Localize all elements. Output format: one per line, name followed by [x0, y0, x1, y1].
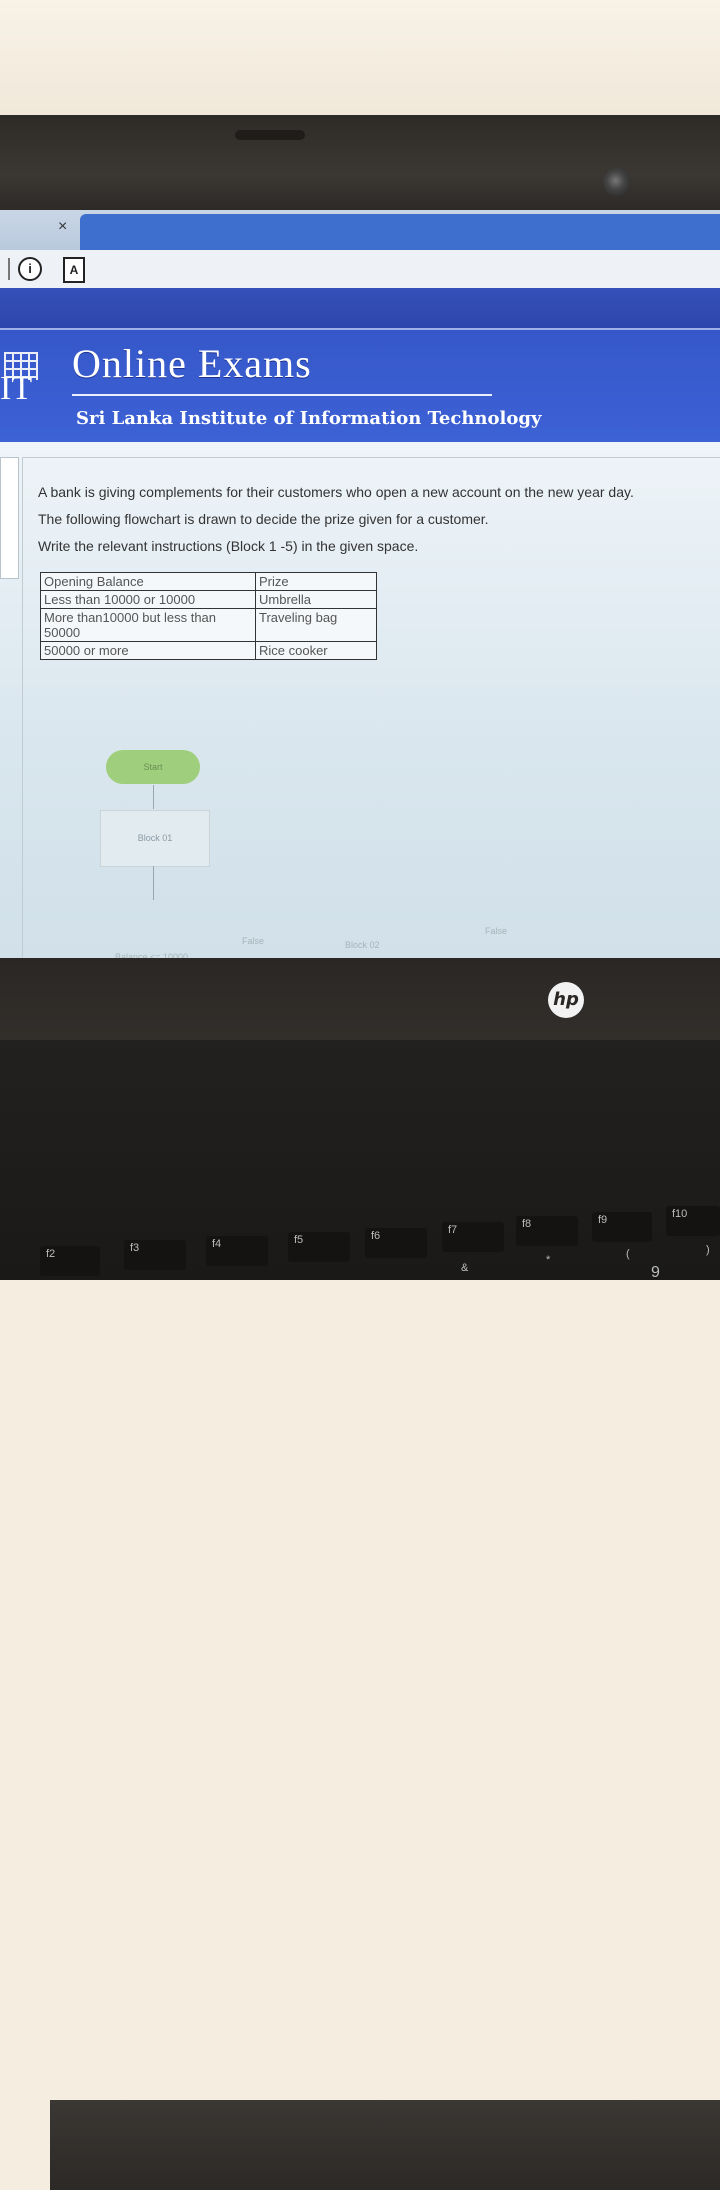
key-f8: f8	[516, 1216, 578, 1246]
flowchart-false-label: False	[485, 926, 508, 936]
table-row: Less than 10000 or 10000 Umbrella	[40, 590, 377, 609]
key-close-paren: )	[706, 1244, 710, 1256]
table-header-cell: Prize	[255, 572, 377, 591]
table-cell: 50000 or more	[40, 641, 256, 660]
key-f3: f3	[124, 1240, 186, 1270]
info-icon[interactable]: i	[18, 257, 42, 281]
close-tab-icon[interactable]: ×	[58, 218, 67, 236]
laptop-hinge	[50, 2100, 720, 2190]
banner-subtitle: Sri Lanka Institute of Information Techn…	[76, 408, 542, 429]
flowchart-false-label: False	[242, 936, 265, 946]
table-cell: Less than 10000 or 10000	[40, 590, 256, 609]
banner-title: Online Exams	[72, 341, 312, 386]
bezel-slot	[235, 130, 305, 140]
prize-table: Opening Balance Prize Less than 10000 or…	[40, 572, 377, 660]
banner-divider	[72, 394, 492, 396]
key-ampersand: &	[461, 1262, 469, 1274]
key-asterisk: *	[546, 1254, 551, 1266]
key-9: 9	[651, 1264, 660, 1281]
question-text-line-1: A bank is giving complements for their c…	[38, 484, 634, 500]
sliit-logo: IT	[0, 348, 40, 418]
table-header-row: Opening Balance Prize	[40, 572, 377, 591]
key-f7: f7	[442, 1222, 504, 1252]
table-cell: Umbrella	[255, 590, 377, 609]
browser-toolbar: i A	[0, 250, 720, 288]
flowchart-arrow	[153, 866, 154, 900]
question-text-line-2: The following flowchart is drawn to deci…	[38, 511, 489, 527]
table-cell: Traveling bag	[255, 608, 377, 642]
browser-tab-bar: ×	[0, 210, 720, 250]
flowchart-arrow	[153, 785, 154, 809]
key-f10: f10	[666, 1206, 720, 1236]
webcam-icon	[603, 168, 631, 196]
site-nav-strip	[0, 288, 720, 328]
key-f9: f9	[592, 1212, 652, 1242]
table-header-cell: Opening Balance	[40, 572, 256, 591]
flowchart-block-1: Block 01	[100, 810, 210, 867]
key-f4: f4	[206, 1236, 268, 1266]
key-f6: f6	[365, 1228, 427, 1258]
key-f5: f5	[288, 1232, 350, 1262]
laptop-keyboard: f2 f3 f4 f5 f6 f7 f8 f9 f10 & * ( 9 )	[0, 1040, 720, 2190]
laptop-top-bezel	[0, 115, 720, 215]
active-browser-tab[interactable]	[80, 214, 720, 250]
flowchart-block-2: Block 02	[345, 940, 380, 950]
table-row: More than10000 but less than 50000 Trave…	[40, 608, 377, 642]
toolbar-divider	[8, 258, 10, 280]
table-row: 50000 or more Rice cooker	[40, 641, 377, 660]
hp-logo: hp	[548, 982, 584, 1018]
site-banner: IT Online Exams Sri Lanka Institute of I…	[0, 328, 720, 442]
table-cell: More than10000 but less than 50000	[40, 608, 256, 642]
flowchart-start: Start	[106, 750, 200, 784]
logo-text: IT	[0, 370, 33, 407]
key-f2: f2	[40, 1246, 100, 1276]
table-cell: Rice cooker	[255, 641, 377, 660]
left-navigation-panel	[0, 457, 19, 579]
question-text-line-3: Write the relevant instructions (Block 1…	[38, 538, 419, 554]
pdf-icon[interactable]: A	[63, 257, 85, 283]
exam-content: A bank is giving complements for their c…	[0, 442, 720, 995]
